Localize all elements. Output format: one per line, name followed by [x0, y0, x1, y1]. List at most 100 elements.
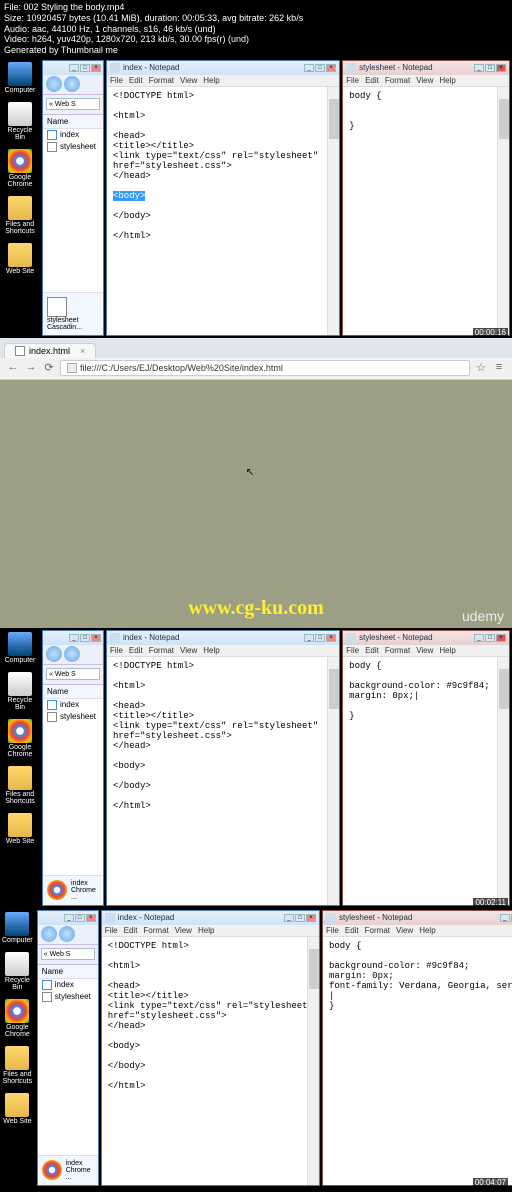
menu-help[interactable]: Help [419, 926, 435, 935]
menu-view[interactable]: View [416, 76, 433, 85]
notepad-index[interactable]: index - Notepad _ □ × File Edit Format V… [106, 60, 340, 336]
browser-tab[interactable]: index.html × [4, 343, 96, 358]
close-button[interactable]: × [496, 634, 506, 642]
fwd-button[interactable] [64, 76, 80, 92]
menu-view[interactable]: View [416, 646, 433, 655]
desktop-files[interactable]: Files and Shortcuts [2, 766, 38, 805]
menu-format[interactable]: Format [385, 646, 410, 655]
desktop-files[interactable]: Files and Shortcuts [2, 196, 38, 235]
editor[interactable]: <!DOCTYPE html> <html> <head> <title></t… [102, 937, 319, 1185]
menu-help[interactable]: Help [439, 76, 455, 85]
file-index[interactable]: index [38, 979, 98, 991]
menu-format[interactable]: Format [143, 926, 168, 935]
desktop-computer[interactable]: Computer [2, 912, 33, 944]
menu-help[interactable]: Help [203, 76, 219, 85]
explorer-window[interactable]: _ □ × « Web S Name index stylesheet [42, 60, 104, 336]
close-button[interactable]: × [326, 634, 336, 642]
titlebar[interactable]: stylesheet - Notepad _ □ × [343, 61, 509, 75]
close-button[interactable]: × [496, 64, 506, 72]
menu-format[interactable]: Format [385, 76, 410, 85]
close-button[interactable]: × [306, 914, 316, 922]
menu-file[interactable]: File [110, 646, 123, 655]
scroll-thumb[interactable] [329, 99, 339, 139]
file-index[interactable]: index [43, 699, 103, 711]
address-field[interactable]: « Web S [41, 948, 95, 960]
url-field[interactable]: file:///C:/Users/EJ/Desktop/Web%20Site/i… [60, 360, 470, 376]
editor[interactable]: body { background-color: #9c9f84; margin… [343, 657, 509, 905]
desktop-recycle[interactable]: Recycle Bin [2, 672, 38, 711]
menu-help[interactable]: Help [439, 646, 455, 655]
menu-edit[interactable]: Edit [345, 926, 359, 935]
scrollbar[interactable] [327, 657, 339, 905]
back-button[interactable] [46, 76, 62, 92]
menu-help[interactable]: Help [198, 926, 214, 935]
notepad-stylesheet[interactable]: stylesheet - Notepad_□× FileEditFormatVi… [342, 630, 510, 906]
column-name[interactable]: Name [43, 115, 103, 129]
desktop-computer[interactable]: Computer [2, 62, 38, 94]
address-field[interactable]: « Web S [46, 668, 100, 680]
menu-format[interactable]: Format [149, 76, 174, 85]
min-button[interactable]: _ [474, 634, 484, 642]
min-button[interactable]: _ [304, 634, 314, 642]
max-button[interactable]: □ [75, 914, 85, 922]
menu-view[interactable]: View [175, 926, 192, 935]
menu-icon[interactable]: ≡ [492, 361, 506, 375]
menu-view[interactable]: View [180, 76, 197, 85]
back-button[interactable] [46, 646, 62, 662]
close-button[interactable]: × [326, 64, 336, 72]
scrollbar[interactable] [497, 657, 509, 905]
close-button[interactable]: × [91, 64, 101, 72]
menu-format[interactable]: Format [365, 926, 390, 935]
max-button[interactable]: □ [315, 64, 325, 72]
editor[interactable]: body { } [343, 87, 509, 335]
file-index[interactable]: index [43, 129, 103, 141]
address-field[interactable]: « Web S [46, 98, 100, 110]
file-stylesheet[interactable]: stylesheet [38, 991, 98, 1003]
explorer-window[interactable]: _□× « Web S Name index stylesheet index … [37, 910, 99, 1186]
back-button[interactable] [41, 926, 57, 942]
min-button[interactable]: _ [69, 64, 79, 72]
desktop-recycle[interactable]: Recycle Bin [2, 952, 33, 991]
menu-file[interactable]: File [346, 646, 359, 655]
scrollbar[interactable] [497, 87, 509, 335]
max-button[interactable]: □ [485, 64, 495, 72]
scrollbar[interactable] [307, 937, 319, 1185]
file-stylesheet[interactable]: stylesheet [43, 711, 103, 723]
menu-file[interactable]: File [326, 926, 339, 935]
min-button[interactable]: _ [64, 914, 74, 922]
desktop-files[interactable]: Files and Shortcuts [2, 1046, 33, 1085]
forward-icon[interactable]: → [24, 361, 38, 375]
close-button[interactable]: × [86, 914, 96, 922]
min-button[interactable]: _ [500, 914, 510, 922]
desktop-recycle[interactable]: Recycle Bin [2, 102, 38, 141]
desktop-computer[interactable]: Computer [2, 632, 38, 664]
column-name[interactable]: Name [43, 685, 103, 699]
explorer-window[interactable]: _ □ × « Web S Name index stylesheet inde… [42, 630, 104, 906]
desktop-chrome[interactable]: Google Chrome [2, 999, 33, 1038]
back-icon[interactable]: ← [6, 361, 20, 375]
menu-edit[interactable]: Edit [365, 76, 379, 85]
notepad-index[interactable]: index - Notepad_□× FileEditFormatViewHel… [106, 630, 340, 906]
menu-file[interactable]: File [346, 76, 359, 85]
desktop-website[interactable]: Web Site [2, 243, 38, 275]
tab-close-icon[interactable]: × [80, 346, 85, 356]
menu-edit[interactable]: Edit [124, 926, 138, 935]
fwd-button[interactable] [59, 926, 75, 942]
editor[interactable]: <!DOCTYPE html> <html> <head> <title></t… [107, 87, 339, 335]
menu-format[interactable]: Format [149, 646, 174, 655]
editor[interactable]: <!DOCTYPE html> <html> <head> <title></t… [107, 657, 339, 905]
min-button[interactable]: _ [304, 64, 314, 72]
max-button[interactable]: □ [80, 634, 90, 642]
max-button[interactable]: □ [80, 64, 90, 72]
min-button[interactable]: _ [284, 914, 294, 922]
max-button[interactable]: □ [295, 914, 305, 922]
fwd-button[interactable] [64, 646, 80, 662]
menu-view[interactable]: View [180, 646, 197, 655]
desktop-chrome[interactable]: Google Chrome [2, 149, 38, 188]
reload-icon[interactable]: ⟳ [42, 361, 56, 375]
scroll-thumb[interactable] [499, 99, 509, 139]
menu-view[interactable]: View [396, 926, 413, 935]
menu-edit[interactable]: Edit [365, 646, 379, 655]
menu-file[interactable]: File [110, 76, 123, 85]
explorer-titlebar[interactable]: _ □ × [43, 61, 103, 75]
